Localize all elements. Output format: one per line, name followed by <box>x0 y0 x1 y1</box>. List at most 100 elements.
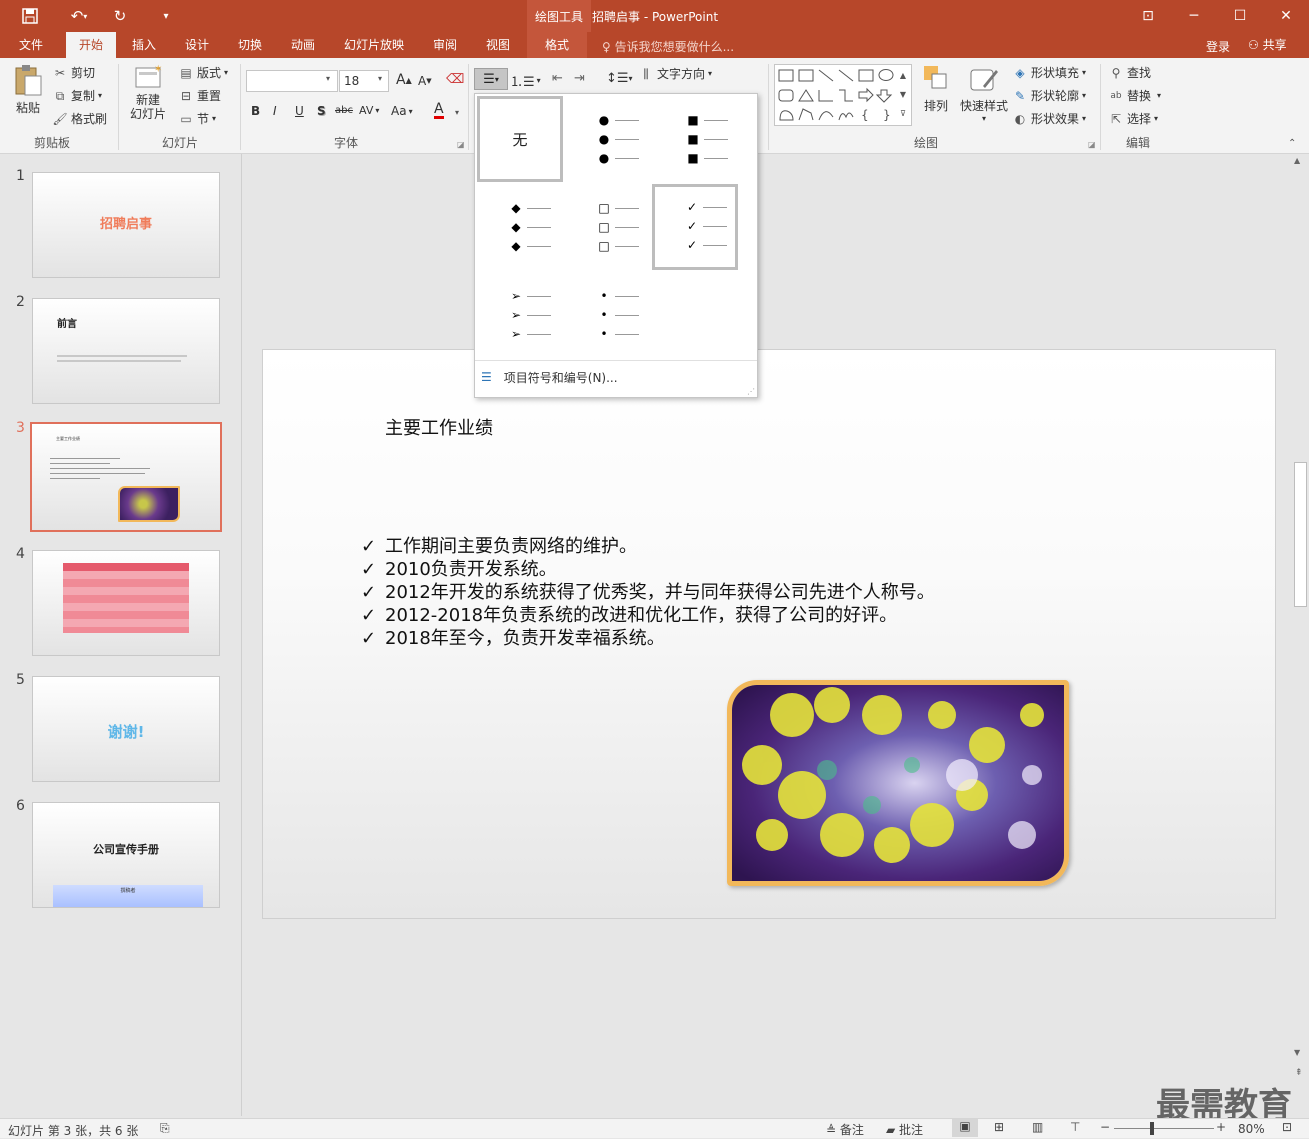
bullets-and-numbering-item[interactable]: ☰ 项目符号和编号(N)... <box>481 366 751 388</box>
font-size-dropdown-icon[interactable]: ▾ <box>378 74 382 83</box>
arrange-button[interactable]: 排列 <box>918 64 954 130</box>
font-dialog-launcher-icon[interactable]: ◪ <box>457 140 465 149</box>
bullet-style-checkmark[interactable]: ✓ ✓ ✓ <box>652 184 738 270</box>
font-name-field[interactable] <box>246 70 338 92</box>
maximize-button[interactable]: ☐ <box>1217 0 1263 32</box>
login-link[interactable]: 登录 <box>1206 38 1230 55</box>
italic-button[interactable]: I <box>273 104 277 118</box>
collapse-ribbon-icon[interactable]: ⌃ <box>1288 138 1296 149</box>
tab-insert[interactable]: 插入 <box>120 32 168 58</box>
resize-grip-icon[interactable]: ⋰ <box>747 387 755 396</box>
numbering-button[interactable]: ⒈☰ ▾ <box>510 71 541 90</box>
vertical-scrollbar[interactable]: ▲ ▼ <box>1292 154 1309 1062</box>
shadow-button[interactable]: S <box>317 104 326 118</box>
scroll-up-icon[interactable]: ▲ <box>1294 156 1300 165</box>
strikethrough-button[interactable]: abc <box>335 105 353 116</box>
bullet-style-filled-square[interactable]: ■ ■ ■ <box>664 96 750 182</box>
decrease-indent-icon[interactable]: ⇤ <box>552 71 563 86</box>
increase-indent-icon[interactable]: ⇥ <box>574 71 585 86</box>
line-spacing-icon[interactable]: ↕☰ ▾ <box>606 71 633 86</box>
new-slide-button[interactable]: ✶ 新建 幻灯片 <box>124 64 172 134</box>
tab-design[interactable]: 设计 <box>173 32 221 58</box>
tab-review[interactable]: 审阅 <box>421 32 469 58</box>
tab-slideshow[interactable]: 幻灯片放映 <box>336 32 412 58</box>
fit-to-window-icon[interactable]: ⊡ <box>1282 1120 1292 1134</box>
underline-button[interactable]: U <box>295 104 304 118</box>
tab-view[interactable]: 视图 <box>474 32 522 58</box>
bullet-style-none[interactable]: 无 <box>477 96 563 182</box>
zoom-in-icon[interactable]: + <box>1216 1120 1226 1134</box>
undo-icon[interactable]: ↶ ▾ <box>62 4 96 28</box>
reading-view-icon[interactable]: ▥ <box>1032 1120 1043 1134</box>
layout-button[interactable]: ▤ 版式 ▾ <box>178 64 228 81</box>
ribbon-display-icon[interactable]: ⊡ <box>1125 0 1171 32</box>
slide-thumbnail-1[interactable]: 招聘启事 <box>32 172 220 278</box>
save-icon[interactable] <box>18 4 42 28</box>
tab-transitions[interactable]: 切换 <box>226 32 274 58</box>
tab-format[interactable]: 格式 <box>527 32 587 58</box>
flower-picture[interactable] <box>727 680 1069 886</box>
scroll-down-icon[interactable]: ▼ <box>1294 1048 1300 1057</box>
slide-thumbnail-3[interactable]: 主要工作业绩 <box>30 422 222 532</box>
reset-button[interactable]: ⊟ 重置 <box>178 87 221 104</box>
bullets-button[interactable]: ☰ ▾ <box>474 68 508 90</box>
bullet-item[interactable]: ✓ 2018年至今，负责开发幸福系统。 <box>361 624 665 650</box>
shape-effects-button[interactable]: ◐ 形状效果 ▾ <box>1012 110 1086 127</box>
slide-sorter-icon[interactable]: ⊞ <box>994 1120 1004 1134</box>
replace-button[interactable]: ab 替换 ▾ <box>1108 87 1161 104</box>
slide-thumbnail-2[interactable]: 前言 <box>32 298 220 404</box>
quick-styles-button[interactable]: 快速样式 ▾ <box>958 64 1010 134</box>
close-button[interactable]: ✕ <box>1263 0 1309 32</box>
paste-button[interactable]: 粘贴 <box>10 64 46 130</box>
customize-qat-icon[interactable]: ▾ <box>154 4 178 28</box>
shapes-gallery[interactable]: {} <box>774 64 912 126</box>
tab-animations[interactable]: 动画 <box>279 32 327 58</box>
scrollbar-thumb[interactable] <box>1294 462 1307 607</box>
char-spacing-button[interactable]: AV ▾ <box>359 104 379 117</box>
font-color-dropdown-icon[interactable]: ▾ <box>455 108 459 117</box>
zoom-slider-thumb[interactable] <box>1150 1122 1154 1135</box>
section-button[interactable]: ▭ 节 ▾ <box>178 110 216 127</box>
zoom-out-icon[interactable]: − <box>1100 1120 1110 1134</box>
previous-slide-icon[interactable]: ⇞ <box>1295 1068 1303 1078</box>
slide-title[interactable]: 主要工作业绩 <box>385 414 493 440</box>
comments-button[interactable]: ▰ 批注 <box>886 1121 923 1138</box>
share-button[interactable]: ⚇ 共享 <box>1248 36 1287 53</box>
text-direction-button[interactable]: ⫼ 文字方向 ▾ <box>638 65 712 82</box>
bullet-style-arrow[interactable]: ➢ ➢ ➢ <box>487 272 573 358</box>
redo-icon[interactable]: ↻ <box>108 4 132 28</box>
shape-outline-button[interactable]: ✎ 形状轮廓 ▾ <box>1012 87 1086 104</box>
slide-thumbnail-4[interactable] <box>32 550 220 656</box>
font-color-button[interactable]: A <box>434 102 444 119</box>
normal-view-icon[interactable]: ▣ <box>952 1119 978 1137</box>
bullet-style-hollow-square[interactable]: □ □ □ <box>575 184 661 270</box>
shape-fill-button[interactable]: ◈ 形状填充 ▾ <box>1012 64 1086 81</box>
slide-canvas[interactable]: 主要工作业绩 ✓ 工作期间主要负责网络的维护。 ✓ 2010负责开发系统。 ✓ 201… <box>262 349 1276 919</box>
change-case-button[interactable]: Aa ▾ <box>391 104 413 118</box>
bullet-style-small-dot[interactable]: • • • <box>575 272 661 358</box>
grow-font-button[interactable]: A ▲ <box>396 72 412 88</box>
bullet-style-diamond[interactable]: ◆ ◆ ◆ <box>487 184 573 270</box>
minimize-button[interactable]: ─ <box>1171 0 1217 32</box>
zoom-slider-track[interactable] <box>1114 1128 1214 1129</box>
find-button[interactable]: ⚲ 查找 <box>1108 64 1151 81</box>
tab-home[interactable]: 开始 <box>66 32 116 58</box>
font-name-dropdown-icon[interactable]: ▾ <box>326 74 330 83</box>
shrink-font-button[interactable]: A ▼ <box>418 74 432 88</box>
slide-thumbnail-6[interactable]: 公司宣传手册 撰稿者 <box>32 802 220 908</box>
drawing-dialog-launcher-icon[interactable]: ◪ <box>1088 140 1096 149</box>
slideshow-icon[interactable]: ⊤ <box>1070 1120 1080 1134</box>
format-painter-button[interactable]: 🖌 格式刷 <box>52 110 107 127</box>
spell-check-icon[interactable]: ⎘ <box>160 1121 170 1136</box>
shapes-scroll-icon[interactable]: ▲ ▼ ⊽ <box>896 66 910 124</box>
cut-button[interactable]: ✂ 剪切 <box>52 64 95 81</box>
tell-me-search[interactable]: ♀ 告诉我您想要做什么... <box>602 38 734 55</box>
select-button[interactable]: ⇱ 选择 ▾ <box>1108 110 1158 127</box>
bold-button[interactable]: B <box>251 104 260 118</box>
clear-formatting-icon[interactable]: ⌫ <box>446 72 464 87</box>
copy-button[interactable]: ⧉ 复制 ▾ <box>52 87 102 104</box>
bullet-style-filled-round[interactable]: ● ● ● <box>575 96 661 182</box>
tab-file[interactable]: 文件 <box>6 32 56 58</box>
zoom-level[interactable]: 80% <box>1238 1122 1265 1136</box>
notes-button[interactable]: ≜ 备注 <box>826 1121 864 1138</box>
